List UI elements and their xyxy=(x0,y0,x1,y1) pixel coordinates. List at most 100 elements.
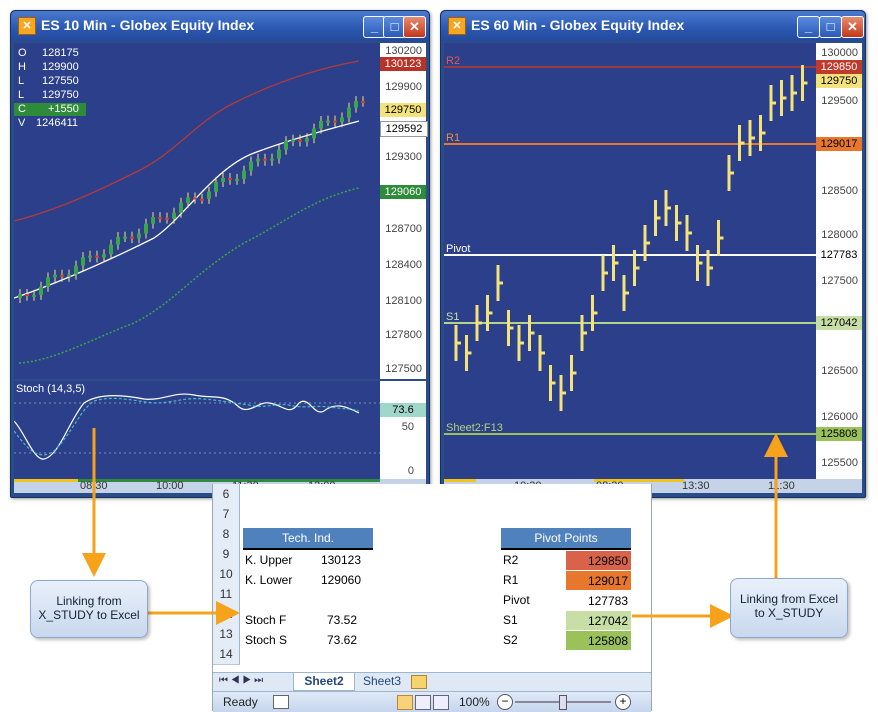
candle-body xyxy=(277,149,281,159)
row-header[interactable]: 9 xyxy=(213,544,240,565)
price-label: 126500 xyxy=(821,365,858,377)
callout-right-text: Linking from Excel to X_STUDY xyxy=(739,592,839,620)
candle-body xyxy=(109,244,113,255)
candle-body xyxy=(305,138,309,142)
time-label: 08:30 xyxy=(80,480,108,492)
excel-sheet[interactable]: 6 7 8 9 10 11 12 13 14 Tech. Ind. K. Upper 13012… xyxy=(212,484,652,712)
tech-value[interactable]: 129060 xyxy=(313,570,361,590)
tech-name[interactable]: K. Upper xyxy=(245,550,292,570)
candle-body xyxy=(53,274,57,278)
candle-body xyxy=(214,181,218,192)
lower-band-tag: 129060 xyxy=(380,185,426,199)
row-header[interactable]: 14 xyxy=(213,644,240,665)
row-header[interactable]: 11 xyxy=(213,584,240,605)
candle-body xyxy=(256,158,260,162)
pivot-name[interactable]: Pivot xyxy=(503,590,530,610)
pivot-name[interactable]: R1 xyxy=(503,570,518,590)
maximize-button[interactable]: □ xyxy=(819,16,842,38)
minimize-button[interactable]: _ xyxy=(797,16,820,38)
candle-body xyxy=(207,191,211,199)
row-header[interactable]: 8 xyxy=(213,524,240,545)
candle-body xyxy=(102,254,106,258)
row-header[interactable]: 7 xyxy=(213,504,240,525)
close-button[interactable]: ✕ xyxy=(841,16,864,38)
candle-body xyxy=(326,120,330,123)
candle-body xyxy=(123,236,127,239)
zoom-level[interactable]: 100% xyxy=(459,695,490,709)
candle-body xyxy=(46,277,50,287)
left-title-bar[interactable]: ✕ ES 10 Min - Globex Equity Index _ □ ✕ xyxy=(11,11,429,41)
price-label: 128500 xyxy=(821,185,858,197)
price-label: 128700 xyxy=(385,223,422,235)
last-price-tag: 129750 xyxy=(380,103,426,117)
candle-body xyxy=(340,117,344,123)
price-label: 128100 xyxy=(385,295,422,307)
pivot-name[interactable]: S1 xyxy=(503,610,518,630)
candle-body xyxy=(200,198,204,201)
candle-body xyxy=(312,128,316,139)
insert-sheet-icon[interactable] xyxy=(411,675,427,689)
tab-sheet2[interactable]: Sheet2 xyxy=(293,673,355,691)
callout-left-text: Linking from X_STUDY to Excel xyxy=(38,594,140,622)
page-break-icon[interactable] xyxy=(433,695,449,710)
row-header[interactable]: 10 xyxy=(213,564,240,585)
candle-body xyxy=(179,202,183,213)
pivot-header: Pivot Points xyxy=(501,528,631,550)
price-label: 125500 xyxy=(821,457,858,469)
left-chart-window[interactable]: ✕ ES 10 Min - Globex Equity Index _ □ ✕ … xyxy=(10,10,430,498)
candle-body xyxy=(291,139,295,142)
right-window-title: ES 60 Min - Globex Equity Index xyxy=(471,17,685,33)
pivot-value[interactable]: 129017 xyxy=(566,571,631,590)
macro-record-icon[interactable] xyxy=(273,695,289,709)
normal-view-icon[interactable] xyxy=(397,695,413,710)
candle-body xyxy=(32,294,36,297)
tech-name[interactable]: Stoch F xyxy=(245,610,286,630)
hourly-chart-area[interactable]: R2 R1 Pivot S1 Sheet2:F13 xyxy=(444,43,816,479)
pivot-value[interactable]: 129850 xyxy=(566,551,631,570)
r2-tag: 129850 xyxy=(816,60,862,74)
pivot-name[interactable]: R2 xyxy=(503,550,518,570)
mid-band-tag: 129592 xyxy=(380,121,428,137)
row-header[interactable]: 6 xyxy=(213,484,240,505)
price-label: 128000 xyxy=(821,229,858,241)
zoom-slider-thumb[interactable] xyxy=(559,695,567,710)
candle-body xyxy=(221,178,225,182)
stochastic-svg xyxy=(13,393,380,460)
tech-name[interactable]: K. Lower xyxy=(245,570,292,590)
tech-value[interactable]: 73.62 xyxy=(313,630,357,650)
right-chart-window[interactable]: ✕ ES 60 Min - Globex Equity Index _ □ ✕ … xyxy=(440,10,866,498)
candle-body xyxy=(165,217,169,220)
price-label: 130000 xyxy=(821,47,858,59)
tech-header: Tech. Ind. xyxy=(243,528,373,550)
sheet-nav-arrows[interactable]: ⏮ ◀ ▶ ⏭ xyxy=(219,675,263,686)
tech-value[interactable]: 73.52 xyxy=(313,610,357,630)
candle-body xyxy=(319,120,323,129)
tab-sheet3[interactable]: Sheet3 xyxy=(357,673,407,690)
pivot-value[interactable]: 127783 xyxy=(566,591,631,610)
row-header[interactable]: 12 xyxy=(213,604,240,625)
stochastic-panel[interactable]: Stoch (14,3,5) xyxy=(13,381,380,479)
candle-body xyxy=(39,286,43,295)
pivot-value[interactable]: 127042 xyxy=(566,611,631,630)
stochastic-tag: 73.6 xyxy=(380,403,426,417)
price-label: 127500 xyxy=(385,363,422,375)
hourly-chart-svg xyxy=(444,65,816,435)
pivot-name[interactable]: S2 xyxy=(503,630,518,650)
price-label: 129300 xyxy=(385,151,422,163)
open-value: 128175 xyxy=(42,47,79,59)
row-header[interactable]: 13 xyxy=(213,624,240,645)
left-price-axis: 130200 129900 129300 128700 128400 12810… xyxy=(380,43,428,379)
tech-value[interactable]: 130123 xyxy=(313,550,361,570)
right-title-bar[interactable]: ✕ ES 60 Min - Globex Equity Index _ □ ✕ xyxy=(441,11,865,41)
candle-body xyxy=(354,101,358,108)
zoom-in-button[interactable]: + xyxy=(615,694,631,710)
tech-name[interactable]: Stoch S xyxy=(245,630,287,650)
page-layout-icon[interactable] xyxy=(415,695,431,710)
price-chart-area[interactable]: O 128175 H 129900 L 127550 L 129750 C +1550 V… xyxy=(13,43,380,379)
s1-line-label: S1 xyxy=(446,311,460,323)
pivot-value[interactable]: 125808 xyxy=(566,631,631,650)
zoom-out-button[interactable]: − xyxy=(497,694,513,710)
status-text: Ready xyxy=(223,695,258,709)
close-button[interactable]: ✕ xyxy=(403,16,426,38)
sheet-tab-bar: ⏮ ◀ ▶ ⏭ Sheet2 Sheet3 xyxy=(213,672,651,691)
